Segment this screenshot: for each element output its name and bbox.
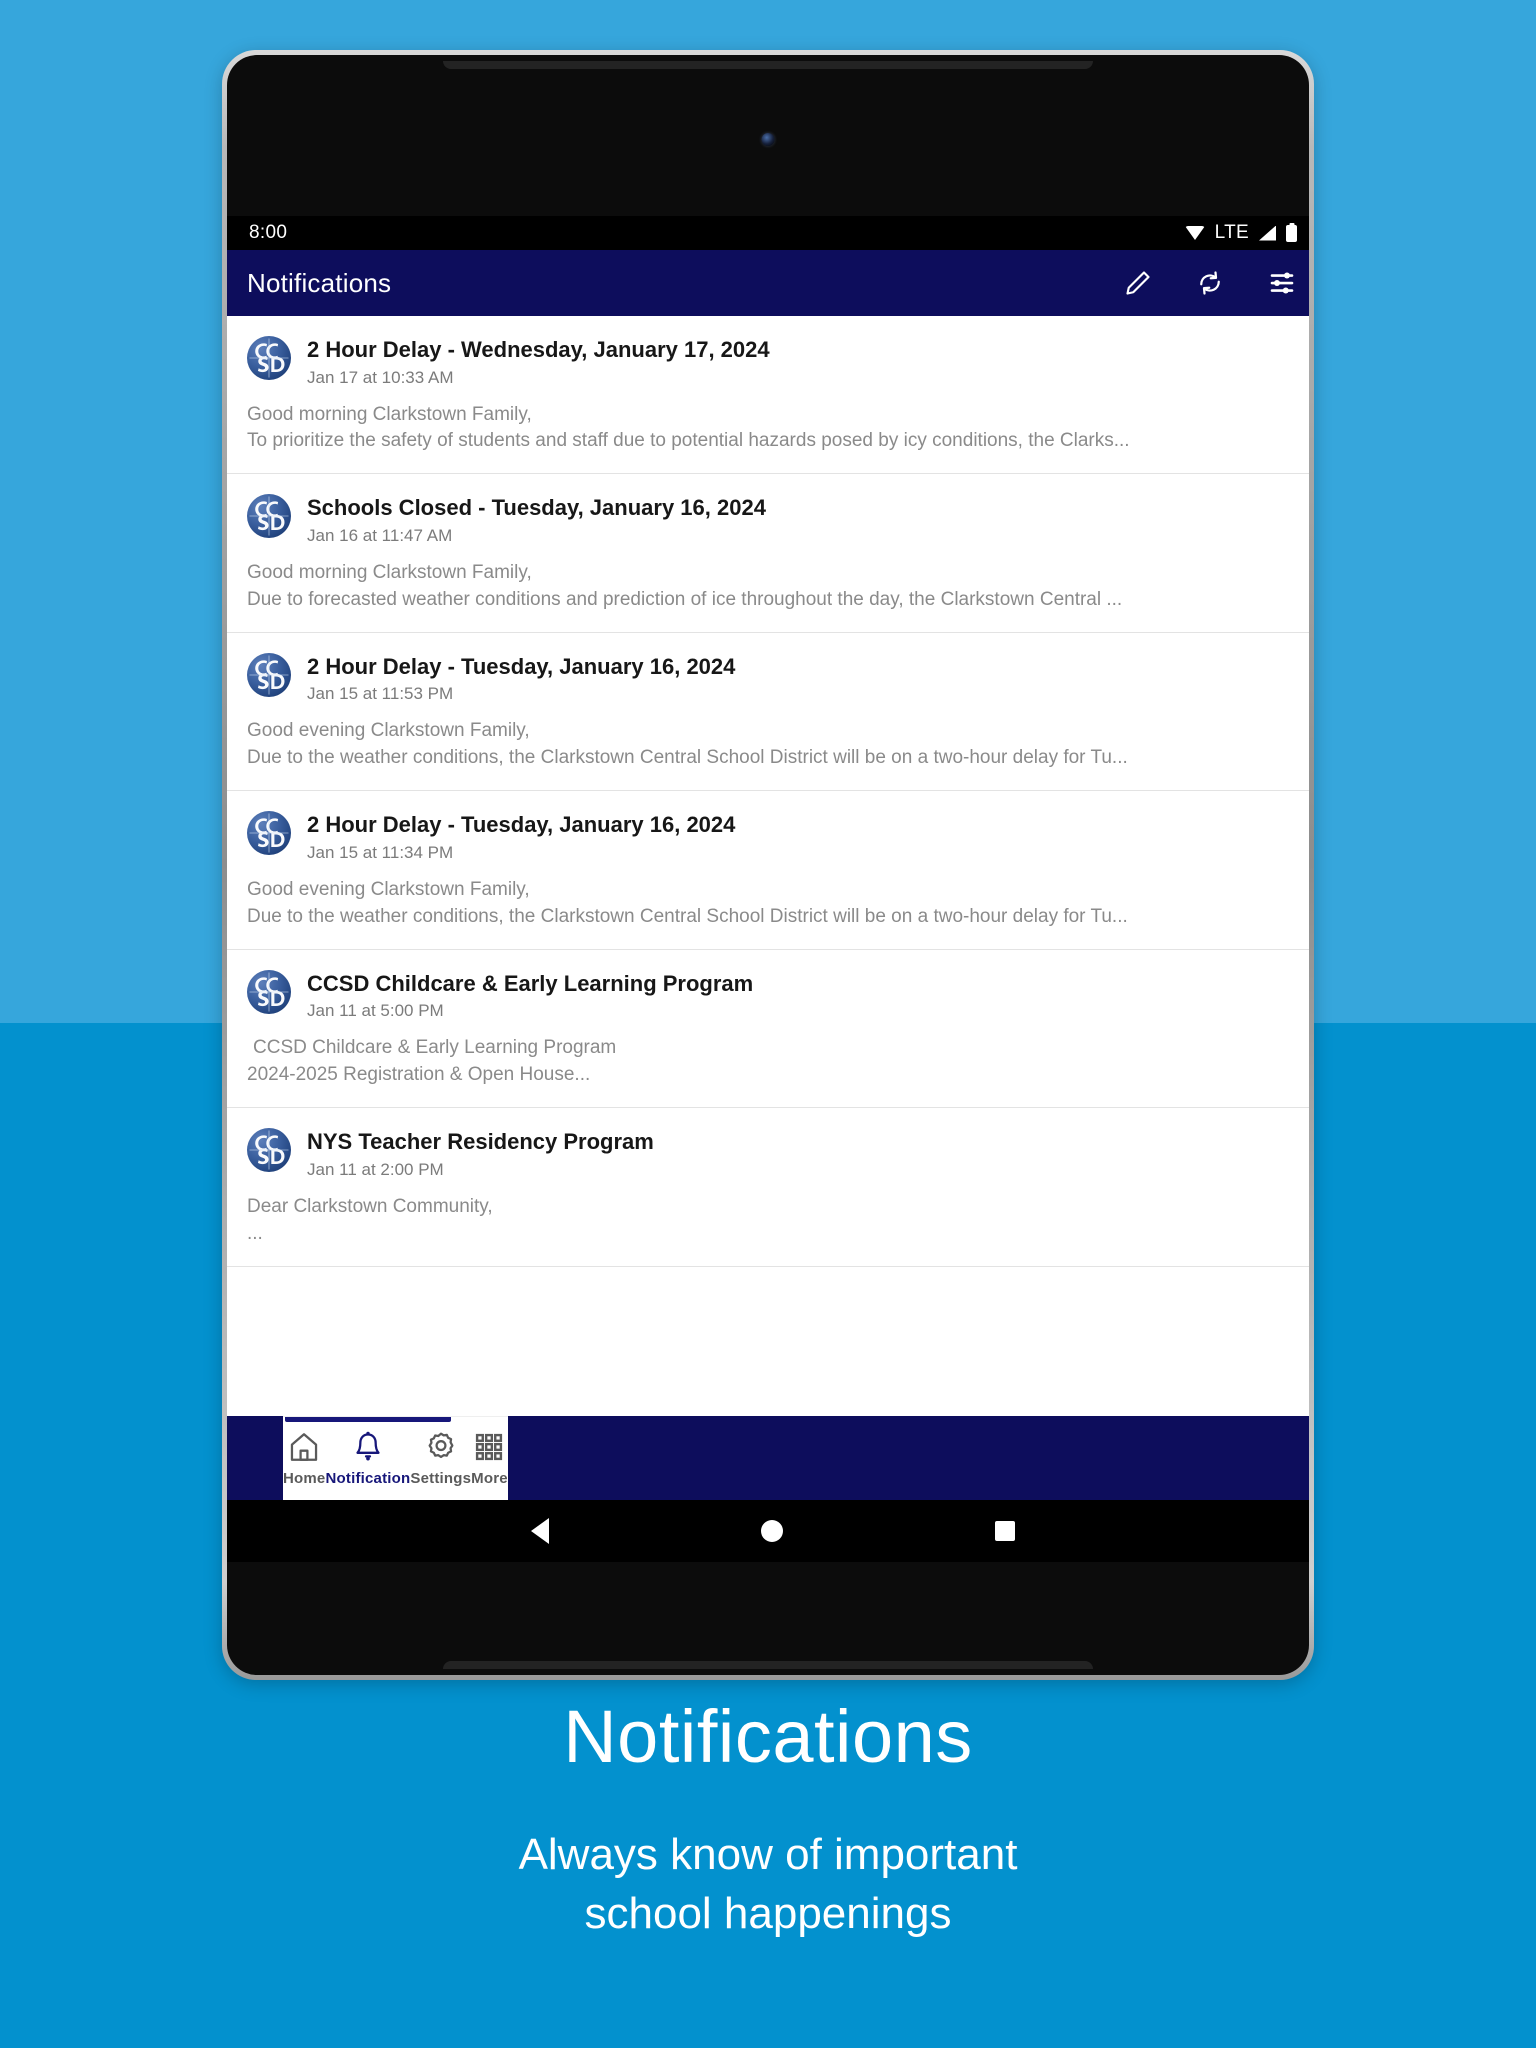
refresh-icon[interactable] — [1195, 268, 1225, 298]
notification-list-item[interactable]: 2 Hour Delay - Tuesday, January 16, 2024… — [227, 633, 1309, 792]
tablet-bezel: 8:00 LTE Notifications 2 Hour Delay - We… — [227, 55, 1309, 1675]
tablet-device-frame: 8:00 LTE Notifications 2 Hour Delay - We… — [222, 50, 1314, 1680]
device-speaker-bottom — [443, 1661, 1093, 1669]
bottom-nav-label: Settings — [410, 1470, 472, 1487]
notification-header: 2 Hour Delay - Tuesday, January 16, 2024… — [247, 652, 1299, 705]
notification-title: NYS Teacher Residency Program — [307, 1129, 654, 1155]
notification-preview-line-2: Due to forecasted weather conditions and… — [247, 588, 1123, 610]
notification-header: CCSD Childcare & Early Learning Program J… — [247, 969, 1299, 1022]
notification-preview-line-2: ... — [247, 1222, 263, 1244]
notification-title: Schools Closed - Tuesday, January 16, 20… — [307, 495, 766, 521]
app-bar: Notifications — [227, 250, 1309, 316]
device-screen: 8:00 LTE Notifications 2 Hour Delay - We… — [227, 216, 1309, 1562]
notification-timestamp: Jan 17 at 10:33 AM — [307, 367, 454, 387]
grid-more-icon — [472, 1430, 506, 1464]
notification-body: Good evening Clarkstown Family, Due to th… — [247, 877, 1299, 931]
notification-meta: CCSD Childcare & Early Learning Program J… — [307, 970, 1299, 1022]
notification-meta: 2 Hour Delay - Tuesday, January 16, 2024… — [307, 653, 1299, 705]
bottom-nav-item-notification[interactable]: Notification — [284, 1417, 451, 1500]
home-icon — [287, 1430, 321, 1464]
caption-title: Notifications — [563, 1695, 973, 1778]
notification-meta: NYS Teacher Residency Program Jan 11 at 2… — [307, 1128, 1299, 1180]
bottom-nav-item-home[interactable]: Home — [283, 1417, 325, 1500]
notification-preview-line-1: Good evening Clarkstown Family, — [247, 720, 530, 742]
ccsd-logo-avatar — [247, 811, 291, 856]
ccsd-logo-avatar — [247, 1128, 291, 1173]
bottom-nav-label: Notification — [325, 1470, 411, 1487]
wifi-icon — [1184, 226, 1205, 240]
notification-meta: Schools Closed - Tuesday, January 16, 20… — [307, 494, 1299, 546]
notification-preview-line-1: Good morning Clarkstown Family, — [247, 403, 532, 425]
notification-timestamp: Jan 16 at 11:47 AM — [307, 525, 453, 545]
home-circle-icon[interactable] — [761, 1520, 783, 1542]
app-bar-actions — [1123, 268, 1297, 298]
notification-title: CCSD Childcare & Early Learning Program — [307, 970, 754, 996]
notification-list-item[interactable]: 2 Hour Delay - Wednesday, January 17, 20… — [227, 316, 1309, 475]
bell-icon — [351, 1430, 385, 1464]
back-triangle-icon[interactable] — [531, 1518, 549, 1544]
notification-body: Dear Clarkstown Community,... — [247, 1194, 1299, 1248]
bottom-nav-outer: Home Notification Settings More — [227, 1416, 1309, 1500]
recents-square-icon[interactable] — [995, 1521, 1015, 1541]
notification-body: Good morning Clarkstown Family, To priori… — [247, 402, 1299, 456]
notification-list-item[interactable]: 2 Hour Delay - Tuesday, January 16, 2024… — [227, 791, 1309, 950]
notification-header: NYS Teacher Residency Program Jan 11 at 2… — [247, 1128, 1299, 1180]
notification-header: 2 Hour Delay - Wednesday, January 17, 20… — [247, 336, 1299, 388]
bottom-navigation-bar[interactable]: Home Notification Settings More — [283, 1416, 508, 1500]
bottom-nav-item-settings[interactable]: Settings — [410, 1417, 471, 1500]
status-bar-time: 8:00 — [249, 222, 288, 243]
caption-subtitle: Always know of important school happenin… — [0, 1826, 1536, 1943]
notification-preview-line-2: Due to the weather conditions, the Clark… — [247, 905, 1128, 927]
notification-meta: 2 Hour Delay - Wednesday, January 17, 20… — [307, 336, 1299, 388]
notification-title: 2 Hour Delay - Tuesday, January 16, 2024 — [307, 812, 736, 838]
notification-preview-line-2: 2024-2025 Registration & Open House... — [247, 1064, 591, 1086]
notification-title: 2 Hour Delay - Wednesday, January 17, 20… — [307, 337, 770, 362]
notification-preview-line-2: To prioritize the safety of students and… — [247, 430, 1130, 452]
notification-preview-line-1: Dear Clarkstown Community, — [247, 1195, 493, 1217]
notification-timestamp: Jan 15 at 11:34 PM — [307, 842, 454, 862]
notification-body: Good evening Clarkstown Family, Due to th… — [247, 718, 1299, 772]
bottom-nav-label: Home — [283, 1470, 326, 1487]
android-system-nav[interactable] — [227, 1500, 1309, 1562]
notification-preview-line-2: Due to the weather conditions, the Clark… — [247, 747, 1128, 769]
status-bar-icons: LTE — [1184, 222, 1297, 244]
battery-icon — [1286, 224, 1297, 242]
notification-body: CCSD Childcare & Early Learning Program 2… — [247, 1035, 1299, 1089]
status-bar: 8:00 LTE — [227, 216, 1309, 250]
notification-header: Schools Closed - Tuesday, January 16, 20… — [247, 494, 1299, 546]
ccsd-logo-avatar — [247, 494, 291, 539]
notification-timestamp: Jan 11 at 5:00 PM — [307, 1001, 444, 1021]
bottom-nav-item-more[interactable]: More — [471, 1417, 508, 1500]
signal-icon — [1259, 225, 1276, 241]
notification-header: 2 Hour Delay - Tuesday, January 16, 2024… — [247, 811, 1299, 863]
notification-list-item[interactable]: Schools Closed - Tuesday, January 16, 20… — [227, 474, 1309, 633]
notification-list-item[interactable]: CCSD Childcare & Early Learning Program J… — [227, 950, 1309, 1109]
notification-preview-line-1: Good evening Clarkstown Family, — [247, 878, 530, 900]
network-type-label: LTE — [1214, 222, 1249, 243]
ccsd-logo-avatar — [247, 336, 291, 380]
notification-body: Good morning Clarkstown Family, Due to fo… — [247, 560, 1299, 614]
notification-list-item[interactable]: NYS Teacher Residency Program Jan 11 at 2… — [227, 1108, 1309, 1267]
marketing-caption: Notifications Always know of important s… — [0, 1700, 1536, 1943]
page-title: Notifications — [247, 267, 392, 298]
caption-subtitle-line-1: Always know of important — [518, 1830, 1018, 1879]
front-camera-icon — [761, 133, 775, 146]
ccsd-logo-avatar — [247, 652, 291, 697]
gear-icon — [424, 1430, 458, 1464]
notification-title: 2 Hour Delay - Tuesday, January 16, 2024 — [307, 653, 736, 679]
caption-subtitle-line-2: school happenings — [584, 1888, 952, 1938]
notification-preview-line-1: CCSD Childcare & Early Learning Program — [253, 1037, 617, 1059]
notification-timestamp: Jan 15 at 11:53 PM — [307, 684, 454, 704]
compose-pencil-icon[interactable] — [1123, 268, 1153, 298]
notification-timestamp: Jan 11 at 2:00 PM — [307, 1159, 444, 1179]
ccsd-logo-avatar — [247, 969, 291, 1014]
notification-list[interactable]: 2 Hour Delay - Wednesday, January 17, 20… — [227, 316, 1309, 1416]
filter-tune-icon[interactable] — [1267, 268, 1297, 298]
bottom-nav-label: More — [471, 1470, 508, 1487]
notification-preview-line-1: Good morning Clarkstown Family, — [247, 561, 532, 583]
device-speaker-top — [443, 61, 1093, 69]
notification-meta: 2 Hour Delay - Tuesday, January 16, 2024… — [307, 811, 1299, 863]
